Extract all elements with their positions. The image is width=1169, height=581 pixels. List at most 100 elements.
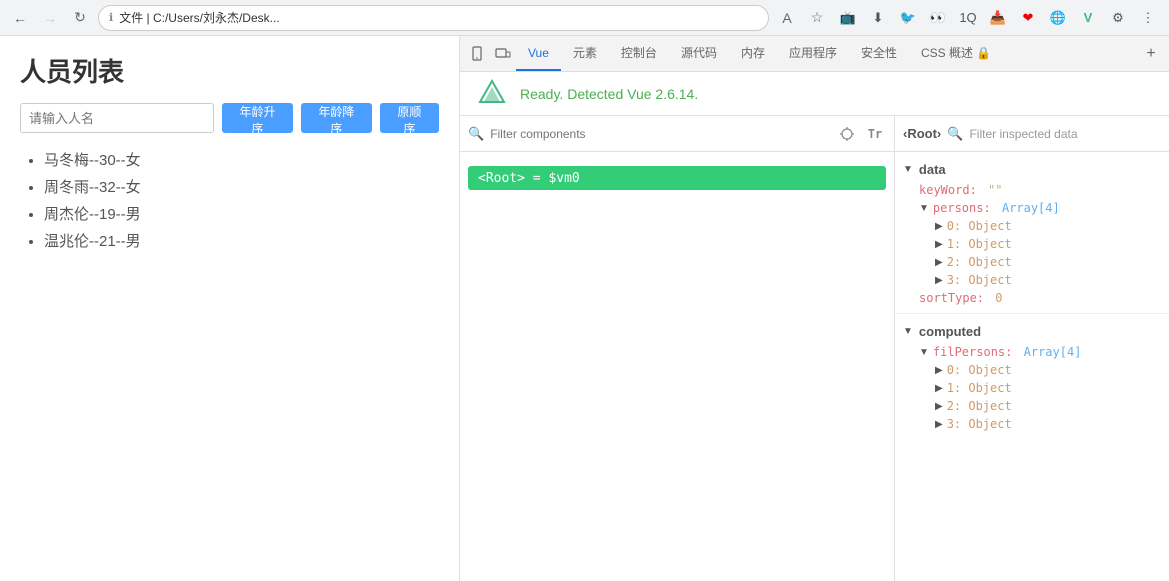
- filpersons-2-arrow: ▶: [935, 401, 943, 412]
- inspector-search-icon: 🔍: [947, 126, 963, 142]
- filter-components-input[interactable]: [490, 122, 830, 146]
- list-item: 周杰伦--19--男: [44, 203, 439, 224]
- font-resize-button[interactable]: A: [775, 6, 799, 30]
- browser-chrome: ← → ↻ ℹ 文件 | C:/Users/刘永杰/Desk... A ☆ 📺 …: [0, 0, 1169, 36]
- more-icon[interactable]: ⋮: [1135, 5, 1161, 31]
- component-select-icon[interactable]: [836, 123, 858, 145]
- filpersons-row[interactable]: ▼ filPersons: Array[4]: [895, 343, 1169, 361]
- persons-3-arrow: ▶: [935, 275, 943, 286]
- extension-1q-icon[interactable]: 1Q: [955, 5, 981, 31]
- tab-css-overview[interactable]: CSS 概述 🔒: [909, 36, 1003, 71]
- forward-button[interactable]: →: [38, 6, 62, 30]
- age-desc-button[interactable]: 年龄降序: [301, 103, 372, 133]
- computed-section-label: computed: [919, 324, 981, 339]
- vue-main-area: 🔍 Tr <Root> = $vm0: [460, 116, 1169, 581]
- app-title: 人员列表: [20, 52, 439, 89]
- persons-1-arrow: ▶: [935, 239, 943, 250]
- tab-memory[interactable]: 内存: [729, 36, 777, 71]
- component-tree-panel: 🔍 Tr <Root> = $vm0: [460, 116, 895, 581]
- persons-key: persons:: [933, 201, 991, 215]
- data-section-arrow: ▼: [903, 164, 913, 175]
- extension-red-icon[interactable]: ❤: [1015, 5, 1041, 31]
- persons-row[interactable]: ▼ persons: Array[4]: [895, 199, 1169, 217]
- filpersons-2-label: 2: Object: [947, 399, 1012, 413]
- component-tree-content: <Root> = $vm0: [460, 152, 894, 581]
- filpersons-value: Array[4]: [1024, 345, 1082, 359]
- tab-sources[interactable]: 源代码: [669, 36, 729, 71]
- component-tree-toolbar: 🔍 Tr: [460, 116, 894, 152]
- original-order-button[interactable]: 原顺序: [380, 103, 439, 133]
- format-icon[interactable]: Tr: [864, 123, 886, 145]
- app-panel: 人员列表 年龄升序 年龄降序 原顺序 马冬梅--30--女 周冬雨--32--女…: [0, 36, 460, 581]
- root-component-item[interactable]: <Root> = $vm0: [468, 166, 886, 190]
- filpersons-1-row[interactable]: ▶ 1: Object: [895, 379, 1169, 397]
- computed-section-arrow: ▼: [903, 326, 913, 337]
- tab-icon-mobile[interactable]: [466, 43, 488, 65]
- tab-vue[interactable]: Vue: [516, 36, 561, 71]
- bookmark-button[interactable]: ☆: [805, 6, 829, 30]
- age-asc-button[interactable]: 年龄升序: [222, 103, 293, 133]
- sorttype-key: sortType:: [919, 291, 984, 305]
- extension-inbox-icon[interactable]: 📥: [985, 5, 1011, 31]
- extension-bird-icon[interactable]: 🐦: [895, 5, 921, 31]
- tab-application[interactable]: 应用程序: [777, 36, 849, 71]
- search-input[interactable]: [20, 103, 214, 133]
- extension-vue-icon[interactable]: V: [1075, 5, 1101, 31]
- persons-0-row[interactable]: ▶ 0: Object: [895, 217, 1169, 235]
- persons-value: Array[4]: [1002, 201, 1060, 215]
- breadcrumb: ‹Root›: [903, 126, 941, 141]
- persons-1-label: 1: Object: [947, 237, 1012, 251]
- main-layout: 人员列表 年龄升序 年龄降序 原顺序 马冬梅--30--女 周冬雨--32--女…: [0, 36, 1169, 581]
- settings-icon[interactable]: ⚙: [1105, 5, 1131, 31]
- persons-3-label: 3: Object: [947, 273, 1012, 287]
- persons-3-row[interactable]: ▶ 3: Object: [895, 271, 1169, 289]
- keyword-row: keyWord: "": [895, 181, 1169, 199]
- search-icon: 🔍: [468, 126, 484, 142]
- vue-devtools-content: Ready. Detected Vue 2.6.14. 🔍 Tr: [460, 72, 1169, 581]
- toolbar-icons: 📺 ⬇ 🐦 👀 1Q 📥 ❤ 🌐 V ⚙ ⋮: [835, 5, 1161, 31]
- vue-logo-icon: [476, 78, 508, 110]
- devtools-tabs: Vue 元素 控制台 源代码 内存 应用程序 安全性 CSS 概述 🔒: [460, 36, 1169, 72]
- extension-globe-icon[interactable]: 🌐: [1045, 5, 1071, 31]
- filter-inspected-input[interactable]: [969, 122, 1161, 146]
- section-divider: [895, 313, 1169, 314]
- tab-elements[interactable]: 元素: [561, 36, 609, 71]
- inspector-data: ▼ data keyWord: "" ▼ persons:: [895, 152, 1169, 581]
- persons-2-row[interactable]: ▶ 2: Object: [895, 253, 1169, 271]
- persons-1-row[interactable]: ▶ 1: Object: [895, 235, 1169, 253]
- data-section-header[interactable]: ▼ data: [895, 158, 1169, 181]
- filpersons-3-label: 3: Object: [947, 417, 1012, 431]
- filpersons-0-label: 0: Object: [947, 363, 1012, 377]
- persons-0-arrow: ▶: [935, 221, 943, 232]
- filpersons-3-row[interactable]: ▶ 3: Object: [895, 415, 1169, 433]
- filpersons-0-row[interactable]: ▶ 0: Object: [895, 361, 1169, 379]
- tab-icon-responsive[interactable]: [492, 43, 514, 65]
- tab-security[interactable]: 安全性: [849, 36, 909, 71]
- filpersons-3-arrow: ▶: [935, 419, 943, 430]
- vue-ready-bar: Ready. Detected Vue 2.6.14.: [460, 72, 1169, 116]
- persons-arrow: ▼: [919, 203, 929, 214]
- persons-2-label: 2: Object: [947, 255, 1012, 269]
- refresh-button[interactable]: ↻: [68, 6, 92, 30]
- person-list: 马冬梅--30--女 周冬雨--32--女 周杰伦--19--男 温兆伦--21…: [20, 149, 439, 251]
- sorttype-row: sortType: 0: [895, 289, 1169, 307]
- add-tab-button[interactable]: +: [1137, 40, 1165, 68]
- computed-section-header[interactable]: ▼ computed: [895, 320, 1169, 343]
- address-bar[interactable]: ℹ 文件 | C:/Users/刘永杰/Desk...: [98, 5, 769, 31]
- filpersons-1-arrow: ▶: [935, 383, 943, 394]
- filpersons-2-row[interactable]: ▶ 2: Object: [895, 397, 1169, 415]
- tab-console[interactable]: 控制台: [609, 36, 669, 71]
- root-component-label: <Root> = $vm0: [478, 171, 580, 186]
- address-text: 文件 | C:/Users/刘永杰/Desk...: [119, 9, 279, 26]
- list-item: 温兆伦--21--男: [44, 230, 439, 251]
- list-item: 周冬雨--32--女: [44, 176, 439, 197]
- extension-tv-icon[interactable]: 📺: [835, 5, 861, 31]
- breadcrumb-root: ‹Root›: [903, 126, 941, 141]
- inspector-toolbar: ‹Root› 🔍: [895, 116, 1169, 152]
- vue-ready-text: Ready. Detected Vue 2.6.14.: [520, 86, 698, 102]
- data-section-label: data: [919, 162, 946, 177]
- keyword-key: keyWord:: [919, 183, 977, 197]
- back-button[interactable]: ←: [8, 6, 32, 30]
- extension-eye-icon[interactable]: 👀: [925, 5, 951, 31]
- extension-download-icon[interactable]: ⬇: [865, 5, 891, 31]
